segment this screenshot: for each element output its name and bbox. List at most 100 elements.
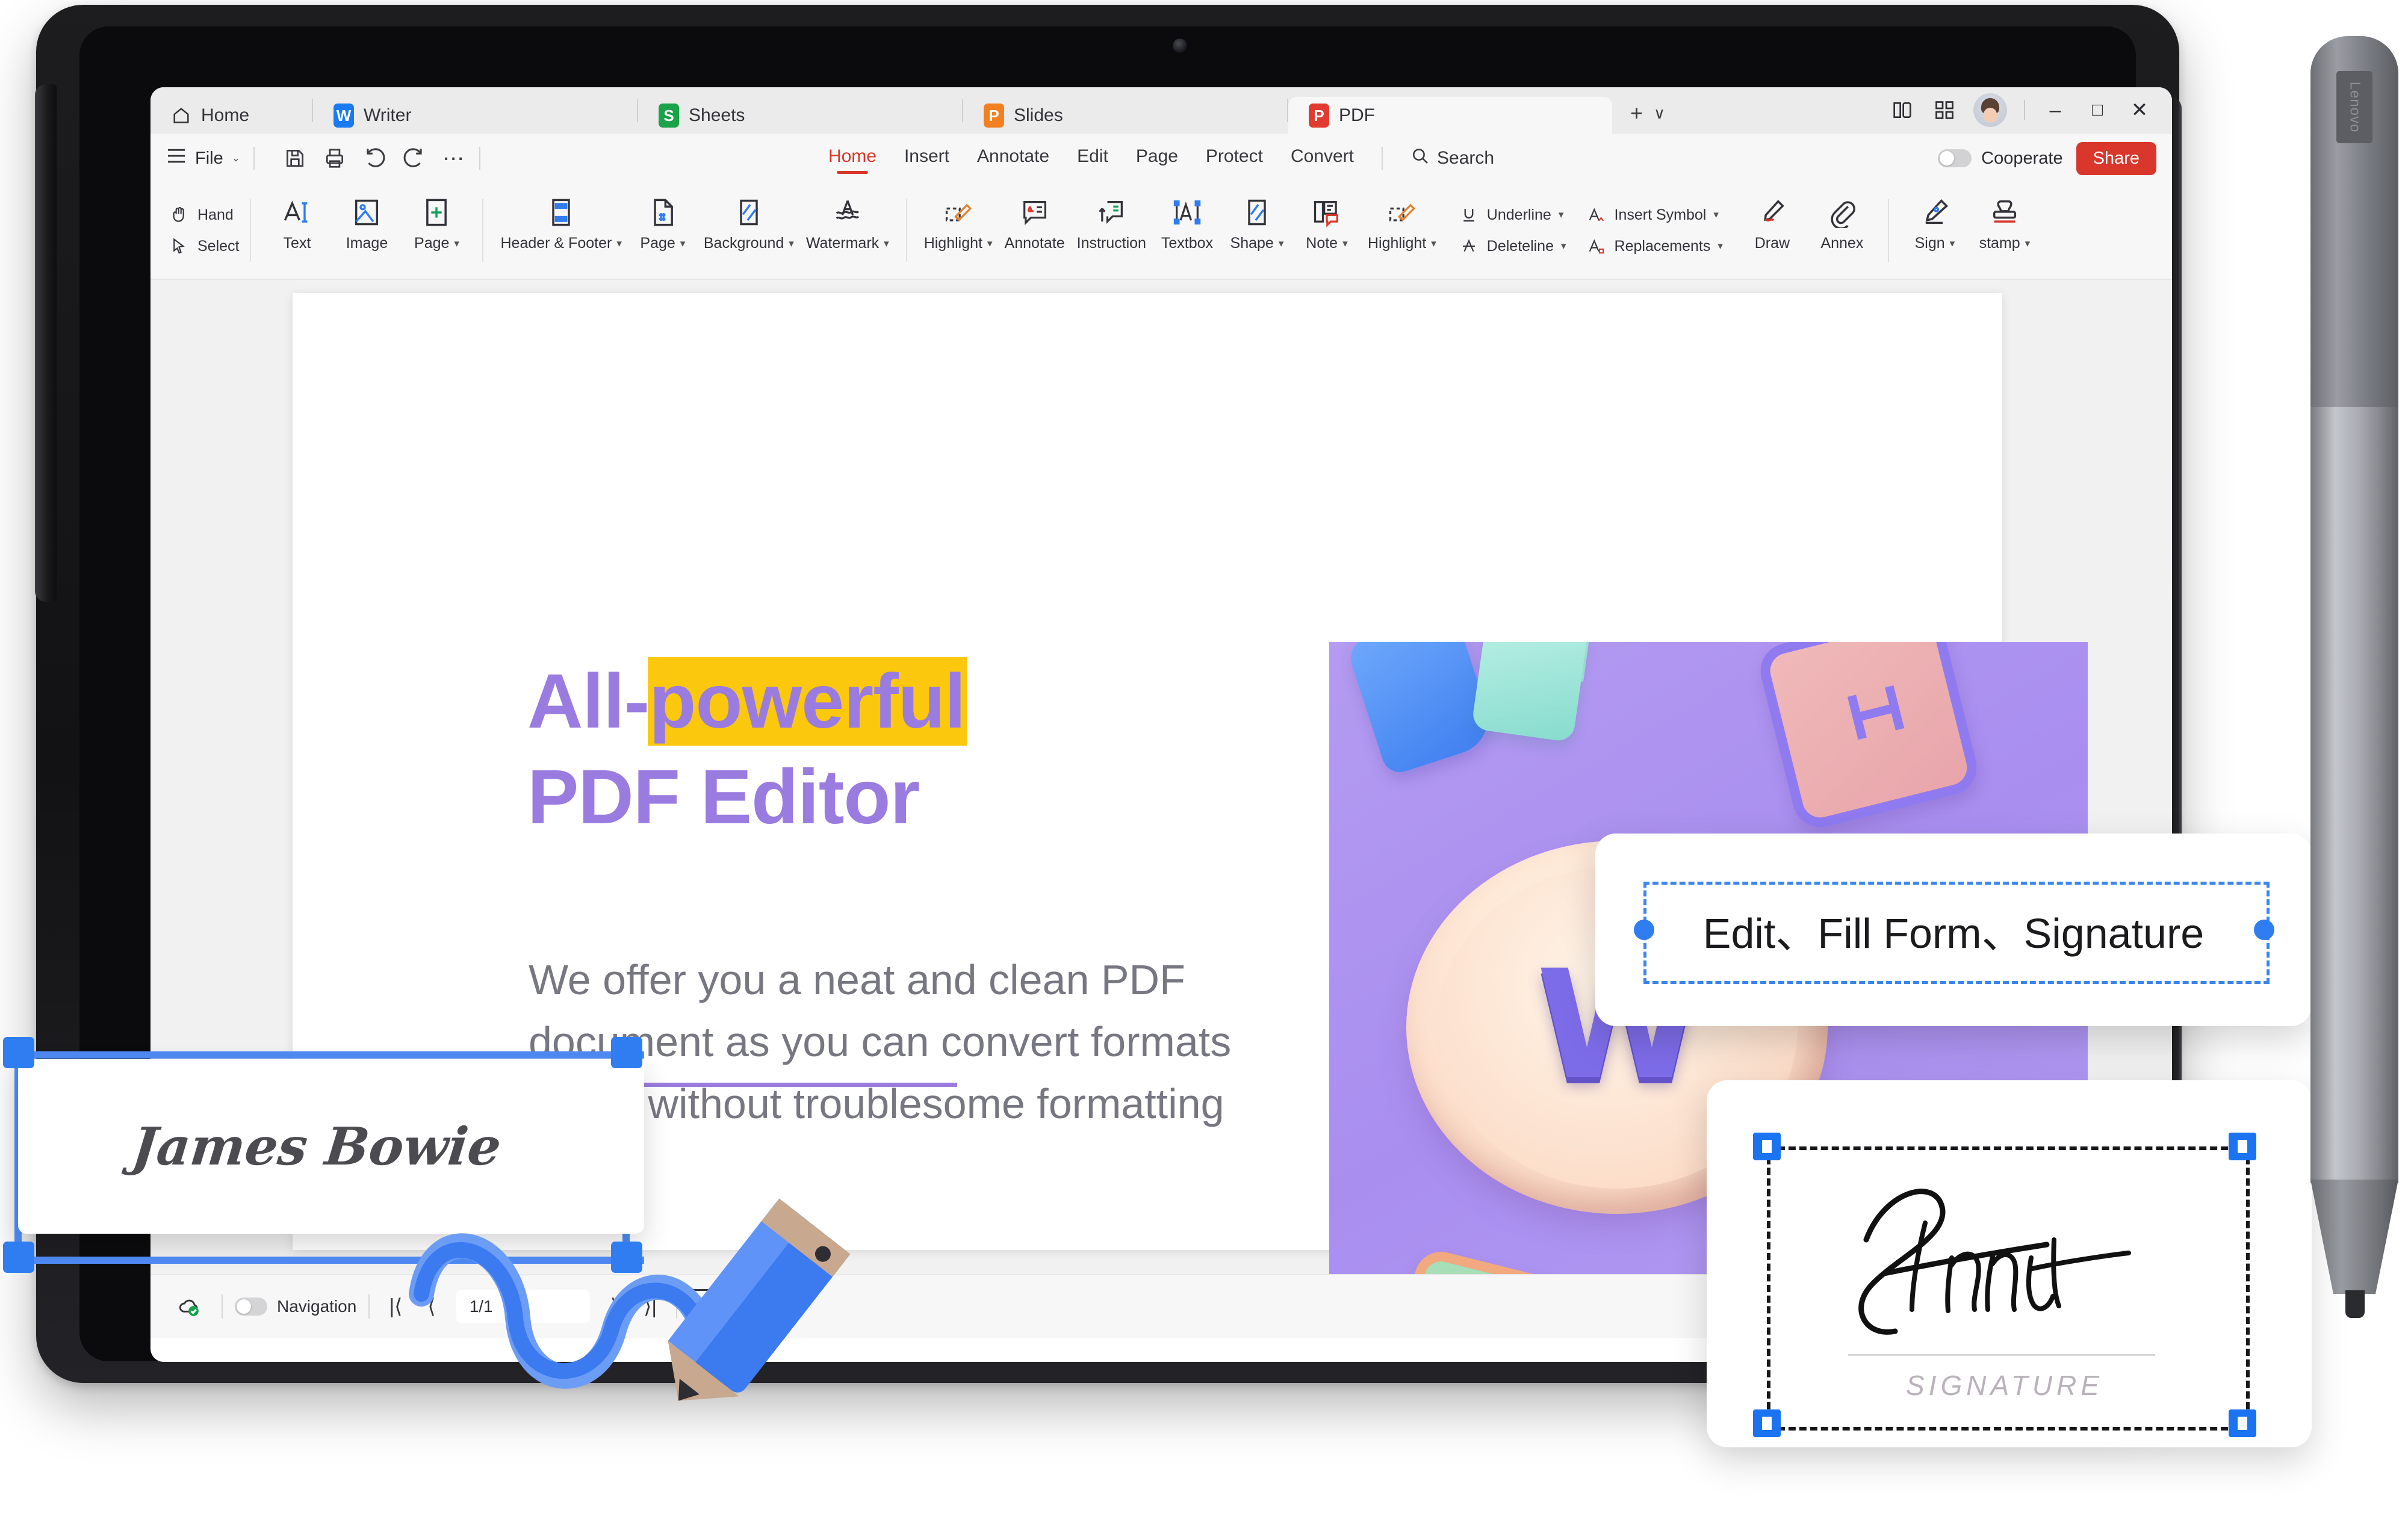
- first-page-button[interactable]: |⟨: [382, 1295, 409, 1319]
- last-page-button[interactable]: ⟩|: [636, 1295, 664, 1319]
- chevron-down-icon: ▾: [1718, 240, 1723, 252]
- tool-label: Deleteline: [1486, 237, 1554, 255]
- minimize-button[interactable]: –: [2036, 93, 2074, 127]
- ribbon-tab-annotate[interactable]: Annotate: [977, 146, 1049, 170]
- writer-icon: W: [334, 104, 354, 128]
- tool-watermark[interactable]: Watermark ▾: [800, 194, 895, 251]
- signature-rule-line: [1848, 1354, 2155, 1356]
- tool-text[interactable]: Text: [262, 194, 332, 251]
- stamp-icon: [1989, 194, 2020, 231]
- close-button[interactable]: ✕: [2120, 93, 2159, 127]
- user-avatar[interactable]: [1973, 93, 2007, 127]
- ribbon-tab-protect[interactable]: Protect: [1206, 146, 1263, 170]
- menu-bar: File ⌄ ⋯ Home Insert Annotate Edit Page …: [150, 134, 2172, 182]
- more-icon[interactable]: ⋯: [442, 146, 466, 171]
- tool-page-number[interactable]: Page ▾: [628, 194, 698, 251]
- resize-handle-top-left[interactable]: [3, 1037, 34, 1068]
- share-button[interactable]: Share: [2076, 141, 2156, 175]
- tool-background[interactable]: Background ▾: [698, 194, 800, 251]
- textbox-icon: [1171, 194, 1203, 231]
- divider: [1381, 147, 1383, 170]
- ribbon-group-insert: Text Image Page ▾: [262, 194, 471, 267]
- undo-icon[interactable]: [363, 147, 386, 170]
- resize-handle-bottom-left[interactable]: [1753, 1409, 1781, 1437]
- label-text: Page: [414, 235, 450, 252]
- chevron-down-icon: ▾: [454, 238, 459, 249]
- tool-annotate[interactable]: Annotate: [999, 194, 1071, 251]
- signature-card-james[interactable]: James Bowie: [18, 1059, 644, 1234]
- new-tab-button[interactable]: + ∨: [1630, 101, 1665, 126]
- split-view-icon[interactable]: [1883, 93, 1922, 127]
- ribbon-tab-convert[interactable]: Convert: [1291, 146, 1354, 170]
- tool-sign[interactable]: Sign ▾: [1900, 194, 1970, 251]
- maximize-button[interactable]: □: [2078, 93, 2117, 127]
- resize-handle-bottom-left[interactable]: [3, 1242, 34, 1273]
- next-view-button[interactable]: →: [735, 1289, 771, 1324]
- cooperate-toggle[interactable]: Cooperate: [1938, 149, 2063, 169]
- label-text: Watermark: [805, 235, 880, 252]
- ribbon-tab-edit[interactable]: Edit: [1077, 146, 1108, 170]
- tool-hand[interactable]: Hand: [169, 204, 239, 226]
- tool-textbox[interactable]: Textbox: [1152, 194, 1222, 251]
- tab-writer[interactable]: W Writer: [313, 97, 637, 134]
- resize-handle-bottom-right[interactable]: [2229, 1409, 2256, 1437]
- tool-shape[interactable]: Shape ▾: [1222, 194, 1292, 251]
- tool-note[interactable]: Note ▾: [1292, 194, 1362, 251]
- app-grid-icon[interactable]: [1925, 93, 1964, 127]
- tool-draw[interactable]: Draw: [1737, 194, 1807, 251]
- tool-label: Insert Symbol: [1614, 206, 1707, 223]
- tool-header-footer[interactable]: Header & Footer ▾: [494, 194, 627, 251]
- tool-label: Instruction: [1076, 235, 1146, 252]
- resize-handle-right[interactable]: [2254, 920, 2274, 940]
- chevron-down-icon: ▾: [616, 238, 622, 249]
- divider: [676, 1295, 678, 1319]
- file-menu-button[interactable]: File ⌄: [166, 147, 240, 169]
- tool-underline[interactable]: Underline ▾: [1458, 204, 1566, 226]
- resize-handle-top-right[interactable]: [611, 1037, 642, 1068]
- next-page-button[interactable]: ⟩: [603, 1295, 625, 1319]
- redo-icon[interactable]: [403, 147, 426, 170]
- tab-home[interactable]: Home: [150, 97, 312, 134]
- tool-stamp[interactable]: stamp ▾: [1970, 194, 2040, 251]
- resize-handle-top-right[interactable]: [2229, 1133, 2256, 1160]
- ribbon-tab-home[interactable]: Home: [828, 146, 877, 170]
- ribbon-tab-insert[interactable]: Insert: [904, 146, 949, 170]
- tab-pdf[interactable]: P PDF: [1288, 97, 1612, 134]
- tool-annex[interactable]: Annex: [1807, 194, 1877, 251]
- divider: [479, 147, 480, 170]
- fountain-pen-icon: [1919, 194, 1950, 231]
- search-button[interactable]: Search: [1410, 146, 1494, 170]
- resize-handle-left[interactable]: [1634, 920, 1654, 940]
- save-icon[interactable]: [284, 147, 306, 170]
- tool-label: Page ▾: [414, 236, 459, 251]
- prev-view-button[interactable]: ←: [689, 1289, 725, 1324]
- tool-highlight-pen[interactable]: Highlight ▾: [1362, 194, 1442, 251]
- tool-label: Select: [197, 237, 240, 255]
- page-title: All-powerful PDF Editor: [527, 654, 1268, 845]
- tool-insert-symbol[interactable]: Insert Symbol ▾: [1586, 204, 1723, 226]
- tab-sheets[interactable]: S Sheets: [638, 97, 962, 134]
- navigation-toggle[interactable]: [235, 1298, 267, 1316]
- page-indicator-input[interactable]: 1/1: [456, 1290, 590, 1323]
- instruction-icon: [1096, 194, 1127, 231]
- resize-handle-top-left[interactable]: [1753, 1133, 1781, 1160]
- window-controls: – □ ✕: [1883, 93, 2172, 127]
- signature-caption: SIGNATURE: [1906, 1370, 2103, 1401]
- tab-slides[interactable]: P Slides: [963, 97, 1287, 134]
- tool-replacements[interactable]: Replacements ▾: [1586, 235, 1723, 257]
- ribbon-group-sign: Sign ▾ stamp ▾: [1900, 194, 2040, 267]
- ribbon-tab-page[interactable]: Page: [1136, 146, 1178, 170]
- print-icon[interactable]: [323, 147, 346, 170]
- tool-highlight-area[interactable]: Highlight ▾: [918, 194, 999, 251]
- tool-deleteline[interactable]: Deleteline ▾: [1458, 235, 1566, 257]
- prev-page-button[interactable]: ⟨: [420, 1295, 442, 1319]
- tool-page-add[interactable]: Page ▾: [402, 194, 471, 251]
- tool-select[interactable]: Select: [169, 235, 239, 257]
- toggle-switch[interactable]: [1938, 149, 1972, 167]
- tool-image[interactable]: Image: [332, 194, 402, 251]
- cloud-synced-icon[interactable]: [169, 1295, 209, 1319]
- label-text: Header & Footer: [500, 235, 612, 252]
- resize-handle-bottom-right[interactable]: [611, 1242, 642, 1273]
- tool-instruction[interactable]: Instruction: [1071, 194, 1152, 251]
- selection-border-bottom: [18, 1257, 644, 1264]
